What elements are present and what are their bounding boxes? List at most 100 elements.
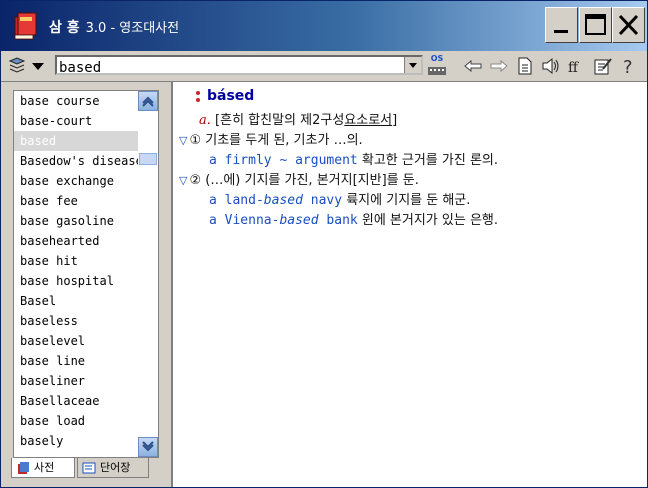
word-list-item[interactable]: base gasoline — [14, 211, 158, 231]
word-list-item[interactable]: base course — [14, 91, 158, 111]
document-icon — [518, 57, 532, 75]
word-list-scrollbar[interactable] — [138, 91, 158, 457]
word-list-item[interactable]: baseliner — [14, 371, 158, 391]
sense-2-definition: (…에) 기지를 가진, 본거지[지반]를 둔. — [205, 173, 419, 188]
part-of-speech: a. — [199, 113, 211, 128]
word-list-item[interactable]: based — [14, 131, 158, 151]
sense-toggle-icon[interactable]: ▽ — [179, 134, 187, 147]
vocabulary-tab-icon — [82, 462, 96, 473]
sense-1-definition: 기초를 두게 된, 기초가 …의. — [205, 133, 363, 148]
word-list-item[interactable]: base hit — [14, 251, 158, 271]
help-button[interactable]: ? — [619, 56, 639, 76]
svg-text:ff: ff — [568, 60, 579, 75]
triangle-down-icon — [32, 63, 44, 70]
chevron-down-icon — [142, 441, 154, 452]
scroll-thumb[interactable] — [139, 153, 157, 165]
search-combobox[interactable] — [55, 55, 423, 76]
question-mark-icon: ? — [623, 57, 633, 75]
document-button[interactable] — [515, 56, 535, 76]
window-title: 삼 흥 3.0 - 영조대사전 — [49, 17, 179, 37]
usage-note: [흔히 합친말의 제2구성 — [215, 113, 345, 128]
tab-vocabulary-label: 단어장 — [100, 460, 131, 474]
dictionary-select-button[interactable] — [7, 56, 27, 76]
example-emphasis: based — [263, 193, 303, 208]
word-list-item[interactable]: basehearted — [14, 231, 158, 251]
maximize-icon — [585, 14, 606, 35]
os-keyboard-button[interactable]: OS — [427, 54, 447, 76]
chevron-up-icon — [142, 96, 154, 107]
word-list-item[interactable]: Basellaceae — [14, 391, 158, 411]
tab-dictionary[interactable]: 사전 — [11, 458, 75, 478]
word-list-item[interactable]: Basel — [14, 291, 158, 311]
word-list-panel: base course base-court based Basedow's dise… — [1, 82, 172, 487]
example-link-argument[interactable]: argument — [295, 153, 358, 168]
word-list-item[interactable]: base hospital — [14, 271, 158, 291]
sense-2-example-2: a Vienna-based bank 윈에 본거지가 있는 은행. — [209, 209, 498, 228]
dictionary-dropdown-button[interactable] — [31, 56, 45, 76]
usage-note-underlined: 요소로서 — [344, 113, 393, 128]
dictionary-tab-icon — [18, 461, 29, 474]
example-emphasis: based — [279, 213, 319, 228]
definition-panel: básed a. [흔히 합친말의 제2구성요소로서] ▽ ① 기초를 두게 된,… — [172, 82, 647, 487]
speaker-icon — [542, 57, 559, 75]
word-list-item[interactable]: Basedow's disease — [14, 151, 158, 171]
word-list[interactable]: base course base-court based Basedow's dise… — [13, 90, 159, 458]
back-button[interactable] — [463, 56, 483, 76]
phonetics-button[interactable]: ff — [567, 56, 587, 76]
notepad-pencil-icon — [594, 58, 612, 75]
example-translation: 륙지에 기지를 둔 해군. — [346, 193, 471, 208]
sense-1-example: a firmly ~ argument 확고한 근거를 가진 론의. — [209, 149, 498, 168]
app-version: 3.0 - 영조대사전 — [85, 21, 180, 36]
example-text: a Vienna- — [209, 213, 280, 228]
scroll-up-button[interactable] — [138, 91, 158, 111]
sense-1: ▽ ① 기초를 두게 된, 기초가 …의. — [179, 129, 363, 148]
usage-note-end: ] — [392, 113, 398, 128]
sense-toggle-icon[interactable]: ▽ — [179, 174, 187, 187]
close-button[interactable] — [612, 7, 645, 43]
os-label: OS — [430, 54, 444, 63]
example-translation: 윈에 본거지가 있는 은행. — [361, 213, 499, 228]
maximize-button[interactable] — [579, 7, 612, 43]
arrow-left-icon — [464, 59, 482, 73]
example-tilde: ~ — [271, 153, 296, 168]
word-list-item[interactable]: base exchange — [14, 171, 158, 191]
close-icon — [618, 14, 639, 36]
example-link-bank[interactable]: bank — [319, 213, 357, 228]
stress-marker-icon — [196, 91, 200, 102]
minimize-button[interactable] — [545, 7, 578, 43]
example-link-firmly[interactable]: firmly — [225, 153, 272, 168]
toolbar: OS ff ? — [1, 51, 647, 82]
forward-button[interactable] — [489, 56, 509, 76]
title-bar: 삼 흥 3.0 - 영조대사전 — [1, 1, 647, 51]
note-button[interactable] — [593, 56, 613, 76]
word-list-item[interactable]: base load — [14, 411, 158, 431]
word-list-item[interactable]: base-court — [14, 111, 158, 131]
word-list-items: base course base-court based Basedow's dise… — [14, 91, 158, 451]
word-list-item[interactable]: basely — [14, 431, 158, 451]
minimize-icon — [554, 30, 568, 33]
scroll-down-button[interactable] — [138, 437, 158, 457]
phonetic-symbol-icon: ff — [568, 60, 579, 75]
tab-dictionary-label: 사전 — [34, 460, 55, 474]
example-translation: 확고한 근거를 가진 론의. — [361, 153, 499, 168]
pronounce-button[interactable] — [541, 56, 561, 76]
pos-line: a. [흔히 합친말의 제2구성요소로서] — [199, 109, 397, 128]
book-stack-icon — [8, 57, 26, 73]
example-text: a land- — [209, 193, 264, 208]
word-list-item[interactable]: base line — [14, 351, 158, 371]
app-name: 삼 흥 — [49, 20, 80, 36]
word-list-item[interactable]: baseless — [14, 311, 158, 331]
headword: básed — [207, 88, 255, 104]
sense-2-example-1: a land-based navy 륙지에 기지를 둔 해군. — [209, 189, 470, 208]
app-book-icon — [14, 12, 37, 40]
arrow-right-icon — [490, 59, 508, 73]
dictionary-window: 삼 흥 3.0 - 영조대사전 OS — [0, 0, 648, 488]
search-history-dropdown[interactable] — [404, 57, 421, 73]
word-list-item[interactable]: base fee — [14, 191, 158, 211]
chevron-down-icon — [409, 63, 417, 68]
word-list-item[interactable]: baselevel — [14, 331, 158, 351]
search-input[interactable] — [57, 60, 399, 76]
tab-vocabulary[interactable]: 단어장 — [77, 458, 149, 478]
example-link-navy[interactable]: navy — [303, 193, 342, 208]
svg-text:?: ? — [623, 57, 633, 75]
